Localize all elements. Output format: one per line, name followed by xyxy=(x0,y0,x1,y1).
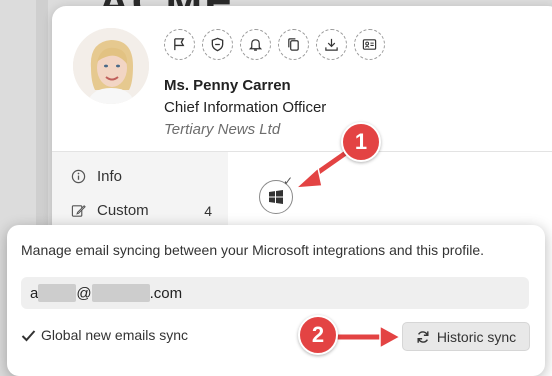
bell-icon xyxy=(248,39,263,51)
sidebar-item-custom[interactable]: Custom 4 xyxy=(70,202,212,219)
global-sync-toggle[interactable]: Global new emails sync xyxy=(21,327,188,343)
avatar xyxy=(73,28,149,104)
refresh-icon xyxy=(416,330,430,344)
flag-icon xyxy=(174,38,185,51)
flag-button[interactable] xyxy=(164,29,195,60)
profile-name: Ms. Penny Carren xyxy=(164,77,291,94)
profile-actions xyxy=(164,29,385,60)
sidebar-item-info[interactable]: Info xyxy=(70,168,212,185)
download-icon xyxy=(325,38,338,51)
email-sync-popover: Manage email syncing between your Micros… xyxy=(7,225,545,376)
email-redaction xyxy=(91,284,150,302)
shield-button[interactable] xyxy=(202,29,233,60)
sidebar-item-count: 4 xyxy=(204,202,212,219)
sidebar-item-label: Custom xyxy=(97,202,149,219)
shield-icon xyxy=(211,37,224,52)
email-prefix: a xyxy=(30,284,39,302)
email-at: @ xyxy=(76,284,92,302)
email-suffix: .com xyxy=(149,284,183,302)
historic-sync-button[interactable]: Historic sync xyxy=(402,322,530,351)
annotation-badge-1: 1 xyxy=(341,122,381,162)
copy-icon xyxy=(288,38,299,51)
global-sync-label: Global new emails sync xyxy=(41,327,189,343)
email-redaction xyxy=(38,284,77,302)
id-card-button[interactable] xyxy=(354,29,385,60)
annotation-badge-2: 2 xyxy=(298,315,338,355)
email-field[interactable]: a @ .com xyxy=(21,277,529,309)
sidebar-item-label: Info xyxy=(97,168,123,185)
bell-button[interactable] xyxy=(240,29,271,60)
check-icon xyxy=(21,329,36,342)
info-icon xyxy=(70,169,86,185)
historic-sync-label: Historic sync xyxy=(436,328,517,345)
windows-icon xyxy=(269,190,283,204)
download-button[interactable] xyxy=(316,29,347,60)
connected-check-icon: ✓ xyxy=(283,174,294,188)
id-card-icon xyxy=(362,39,377,50)
avatar-image xyxy=(73,28,149,104)
profile-job-title: Chief Information Officer xyxy=(164,99,327,116)
popover-description: Manage email syncing between your Micros… xyxy=(21,242,485,258)
edit-icon xyxy=(70,203,86,219)
copy-button[interactable] xyxy=(278,29,309,60)
profile-company[interactable]: Tertiary News Ltd xyxy=(164,121,280,138)
